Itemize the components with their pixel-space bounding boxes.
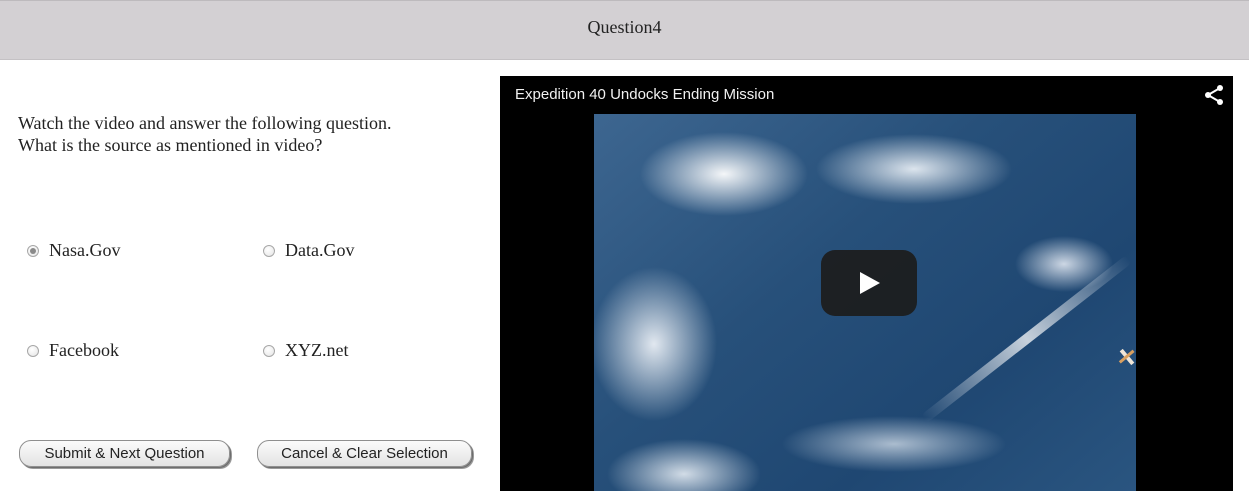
play-icon: [860, 272, 880, 294]
radio-facebook[interactable]: [27, 344, 39, 357]
option-data-gov[interactable]: Data.Gov: [263, 240, 354, 261]
radio-data-gov[interactable]: [263, 244, 275, 257]
radio-nasa-gov[interactable]: [27, 244, 39, 257]
submit-next-button[interactable]: Submit & Next Question: [19, 440, 230, 467]
option-label: Data.Gov: [285, 240, 355, 260]
share-icon[interactable]: [1203, 84, 1225, 106]
question-prompt: What is the source as mentioned in video…: [18, 135, 323, 155]
question-text: Watch the video and answer the following…: [18, 112, 488, 156]
question-instruction: Watch the video and answer the following…: [18, 113, 392, 133]
video-title[interactable]: Expedition 40 Undocks Ending Mission: [515, 86, 774, 103]
spacecraft-image: [1118, 348, 1135, 366]
cloud-streak: [920, 254, 1132, 423]
cancel-clear-button[interactable]: Cancel & Clear Selection: [257, 440, 472, 467]
video-titlebar: Expedition 40 Undocks Ending Mission: [500, 76, 1233, 114]
option-xyz-net[interactable]: XYZ.net: [263, 340, 348, 361]
option-label: Nasa.Gov: [49, 240, 121, 260]
video-player[interactable]: Expedition 40 Undocks Ending Mission: [500, 76, 1233, 491]
option-label: Facebook: [49, 340, 119, 360]
play-button[interactable]: [821, 250, 917, 316]
question-title: Question4: [587, 17, 662, 37]
option-facebook[interactable]: Facebook: [27, 340, 119, 361]
radio-xyz-net[interactable]: [263, 344, 275, 357]
option-label: XYZ.net: [285, 340, 349, 360]
question-header: Question4: [0, 0, 1249, 60]
option-nasa-gov[interactable]: Nasa.Gov: [27, 240, 120, 261]
